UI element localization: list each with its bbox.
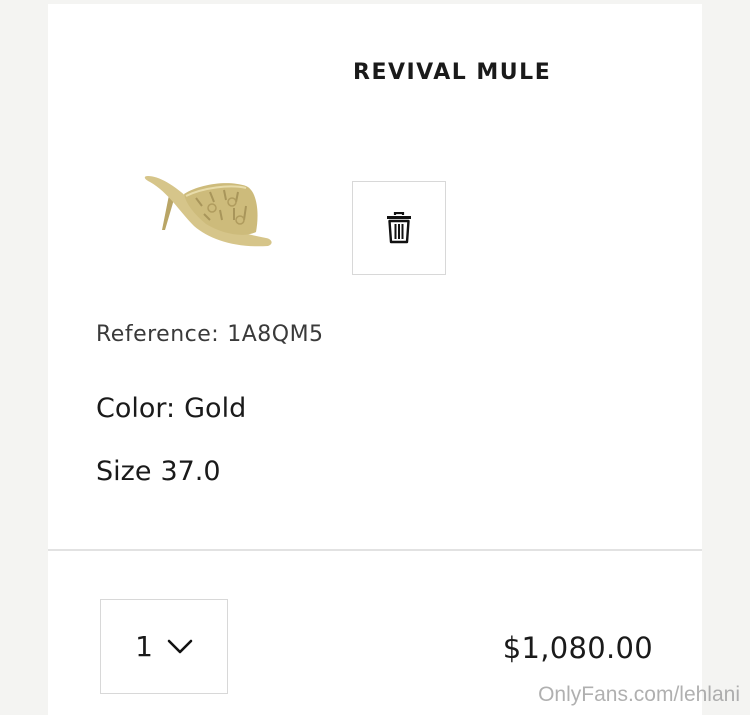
watermark-text: OnlyFans.com/lehlani: [538, 683, 740, 706]
gold-mule-sandal-image: [144, 176, 272, 247]
quantity-value: 1: [135, 630, 153, 663]
product-name[interactable]: REVIVAL MULE: [353, 60, 551, 85]
section-divider: [48, 549, 702, 551]
item-price: $1,080.00: [502, 631, 653, 665]
chevron-down-icon: [167, 639, 193, 653]
reference-value: 1A8QM5: [227, 322, 324, 347]
reference-label: Reference:: [96, 322, 220, 347]
delete-item-button[interactable]: [352, 181, 446, 275]
size-label: Size: [96, 456, 152, 487]
color-label: Color:: [96, 393, 176, 424]
product-size: Size 37.0: [96, 456, 221, 487]
color-value: Gold: [184, 393, 247, 424]
product-reference: Reference: 1A8QM5: [96, 322, 324, 347]
cart-item-card: REVIVAL MULE Reference: 1A8QM5 Color: Go…: [48, 4, 702, 715]
size-value: 37.0: [160, 456, 221, 487]
quantity-select[interactable]: 1: [100, 599, 228, 694]
trash-icon: [387, 212, 411, 244]
product-color: Color: Gold: [96, 393, 246, 424]
product-image[interactable]: [140, 166, 276, 250]
